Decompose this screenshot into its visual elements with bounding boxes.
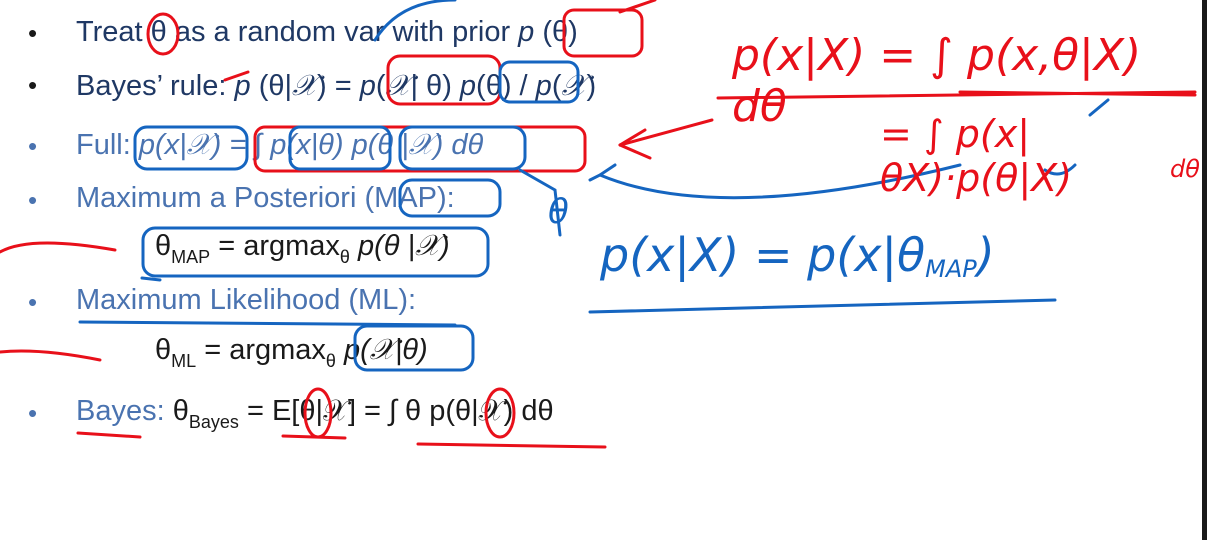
bullet-bayes-rule: Bayes’ rule: p (θ|𝒳) = p(𝒳| θ) p(θ) / p(… bbox=[76, 68, 596, 103]
text: 𝒳 bbox=[385, 68, 411, 102]
text: MAP bbox=[171, 247, 211, 267]
text: Bayes: bbox=[76, 395, 173, 427]
text: Bayes bbox=[188, 412, 239, 432]
text: | θ) bbox=[410, 70, 460, 102]
text: Maximum a Posteriori (MAP): bbox=[76, 182, 455, 214]
text: (θ| bbox=[250, 70, 293, 102]
bullet-dot: • bbox=[28, 18, 38, 48]
text: p bbox=[234, 70, 251, 102]
text: p bbox=[359, 70, 376, 102]
bullet-dot: • bbox=[28, 185, 38, 215]
text: ML bbox=[171, 351, 197, 371]
bullet-full: Full: p(x|𝒳) = ∫ p(x|θ) p(θ |𝒳) dθ bbox=[76, 129, 483, 162]
text: = E[θ|𝒳] = ∫ θ p(θ|𝒳) dθ bbox=[238, 395, 554, 427]
text: 𝒳 bbox=[561, 68, 587, 102]
text: p(𝒳|θ) bbox=[335, 334, 428, 366]
bullet-prior: Treat θ as a random var with prior p (θ) bbox=[76, 16, 578, 49]
bullet-bayes-estimate: Bayes: θBayes = E[θ|𝒳] = ∫ θ p(θ|𝒳) dθ bbox=[76, 395, 554, 433]
text: p bbox=[518, 16, 535, 48]
text: as a random var with prior bbox=[166, 16, 519, 48]
text: p bbox=[459, 70, 477, 102]
handwritten-eq-2-tail: dθ bbox=[1170, 155, 1200, 183]
handwritten-eq-2: = ∫ p(x|θX)·p(θ|X) bbox=[880, 112, 1073, 200]
text: = argmax bbox=[196, 334, 326, 366]
slide: • Treat θ as a random var with prior p (… bbox=[0, 0, 1207, 540]
bullet-ml: Maximum Likelihood (ML): bbox=[76, 284, 416, 317]
text: Maximum Likelihood (ML): bbox=[76, 284, 417, 316]
text: (θ) / bbox=[476, 70, 536, 102]
text: = argmax bbox=[210, 230, 340, 262]
text: p bbox=[535, 70, 552, 102]
text: p(x|X) = p(x|θ bbox=[600, 228, 926, 282]
bullet-dot: • bbox=[28, 287, 38, 317]
text: θ bbox=[172, 395, 189, 427]
window-edge bbox=[1202, 0, 1207, 540]
text: ( bbox=[375, 70, 386, 102]
bullet-map: Maximum a Posteriori (MAP): bbox=[76, 182, 455, 215]
text: ) bbox=[586, 70, 597, 102]
text: θ bbox=[150, 16, 167, 48]
handwritten-map-eq: p(x|X) = p(x|θMAP) bbox=[600, 228, 995, 283]
text: 𝒳 bbox=[292, 68, 317, 102]
text: ) bbox=[976, 228, 995, 282]
text: θ bbox=[155, 230, 172, 262]
text: (θ) bbox=[534, 16, 578, 48]
text: MAP bbox=[925, 255, 977, 283]
text: Bayes’ rule: bbox=[76, 70, 235, 102]
text: θ bbox=[325, 351, 336, 371]
text: Treat bbox=[76, 16, 151, 48]
bullet-dot: • bbox=[28, 398, 38, 428]
text: p(x|𝒳) = ∫ p(x|θ) p(θ |𝒳) dθ bbox=[138, 129, 484, 161]
text: θ bbox=[339, 247, 350, 267]
text: θ bbox=[155, 334, 172, 366]
handwritten-theta: θ bbox=[548, 192, 569, 232]
map-formula: θMAP = argmaxθ p(θ |𝒳) bbox=[155, 230, 450, 268]
text: p(θ |𝒳) bbox=[349, 230, 450, 262]
bullet-dot: • bbox=[28, 131, 38, 161]
bullet-dot: • bbox=[28, 70, 38, 100]
text: ) = bbox=[316, 70, 360, 102]
ml-formula: θML = argmaxθ p(𝒳|θ) bbox=[155, 334, 428, 372]
text: Full: bbox=[76, 129, 139, 161]
